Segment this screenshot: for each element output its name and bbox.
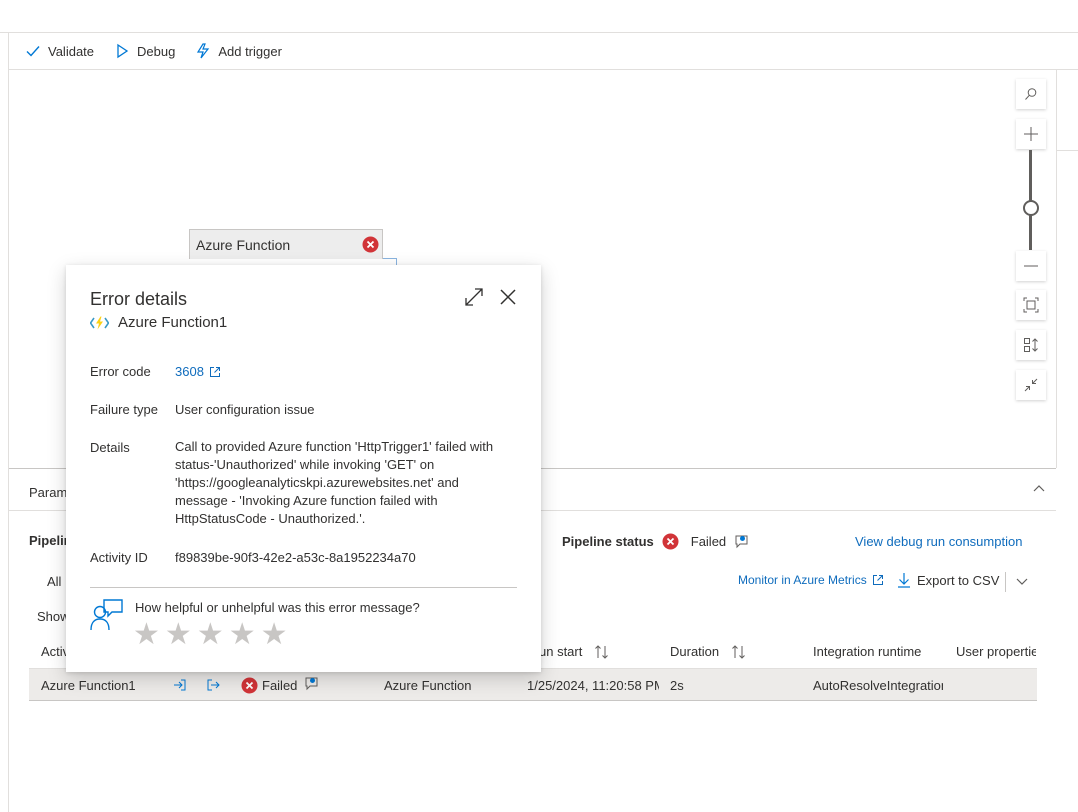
column-header-activity[interactable]: Activ — [41, 644, 69, 659]
dialog-divider — [90, 587, 517, 588]
table-row[interactable]: Azure Function1 Failed Azure Function 1/… — [29, 668, 1037, 701]
pipeline-toolbar: Validate Debug Add trigger — [9, 33, 1078, 70]
star-icon[interactable]: ★ — [261, 620, 288, 650]
properties-divider — [1057, 150, 1078, 151]
expand-icon[interactable] — [464, 287, 484, 307]
collapse-button[interactable] — [1016, 370, 1046, 400]
add-trigger-button[interactable]: Add trigger — [195, 43, 282, 59]
failure-type-value: User configuration issue — [175, 402, 315, 417]
error-code-value: 3608 — [175, 363, 520, 381]
add-trigger-label: Add trigger — [218, 43, 282, 59]
column-header-activity-label: Activ — [41, 644, 70, 659]
view-debug-run-consumption-link[interactable]: View debug run consumption — [855, 534, 1022, 549]
activity-id-value: f89839be-90f3-42e2-a53c-8a1952234a70 — [175, 550, 416, 565]
error-icon — [362, 236, 379, 253]
column-header-integration-runtime[interactable]: Integration runtime — [813, 644, 921, 659]
star-icon[interactable]: ★ — [197, 620, 224, 650]
error-code-link[interactable]: 3608 — [175, 363, 221, 381]
error-icon — [241, 677, 258, 694]
external-link-icon — [872, 575, 883, 585]
filter-all[interactable]: All — [47, 574, 61, 589]
validate-label: Validate — [48, 43, 95, 59]
close-icon[interactable] — [498, 287, 518, 307]
export-csv-button[interactable]: Export to CSV — [897, 572, 999, 588]
fit-icon — [1023, 297, 1039, 313]
tab-parameters[interactable]: Param — [29, 485, 67, 500]
input-icon[interactable] — [173, 678, 187, 692]
activity-node-label: Azure Function — [196, 236, 291, 253]
zoom-slider-handle[interactable] — [1023, 200, 1039, 216]
export-divider — [1005, 572, 1006, 592]
info-bubble-icon[interactable] — [304, 676, 319, 691]
debug-button[interactable]: Debug — [114, 43, 175, 59]
search-icon — [1025, 88, 1037, 100]
pipeline-status-label: Pipeline status — [562, 534, 654, 549]
monitor-azure-metrics-link[interactable]: Monitor in Azure Metrics — [738, 573, 884, 587]
row-activity-type: Azure Function — [384, 678, 472, 693]
dialog-subtitle-label: Azure Function1 — [118, 314, 228, 331]
dialog-title: Error details — [90, 289, 188, 309]
column-header-duration-label: Duration — [670, 644, 720, 659]
star-rating: ★ ★ ★ ★ ★ — [133, 620, 288, 650]
zoom-out-button[interactable] — [1016, 251, 1046, 281]
activity-id-label: Activity ID — [90, 550, 148, 565]
star-icon[interactable]: ★ — [229, 620, 256, 650]
failure-type-label: Failure type — [90, 402, 158, 417]
feedback-question: How helpful or unhelpful was this error … — [135, 600, 420, 615]
row-integration-runtime: AutoResolveIntegrationRuntime — [813, 678, 943, 693]
top-bar — [0, 0, 1078, 33]
activity-node[interactable]: Azure Function — [189, 229, 383, 259]
validate-button[interactable]: Validate — [25, 43, 94, 59]
checkmark-icon — [26, 46, 40, 57]
dialog-subtitle: Azure Function1 — [90, 314, 227, 331]
column-header-run-start-label: un start — [539, 644, 583, 659]
auto-align-icon — [1024, 338, 1038, 352]
error-code-text: 3608 — [175, 364, 204, 379]
column-header-integration-runtime-label: Integration runtime — [813, 644, 922, 659]
row-duration: 2s — [670, 678, 684, 693]
row-activity-name: Azure Function1 — [41, 678, 136, 693]
star-icon[interactable]: ★ — [165, 620, 192, 650]
external-link-icon — [209, 367, 220, 377]
monitor-link-label: Monitor in Azure Metrics — [738, 573, 867, 587]
chevron-down-icon[interactable] — [1014, 573, 1030, 589]
trigger-icon — [197, 43, 210, 59]
info-bubble-icon[interactable] — [734, 534, 749, 549]
details-value: Call to provided Azure function 'HttpTri… — [175, 439, 494, 526]
column-header-duration[interactable]: Duration — [670, 644, 747, 659]
auto-align-button[interactable] — [1016, 330, 1046, 360]
zoom-out-icon — [1024, 265, 1038, 267]
show-label: Show — [37, 609, 70, 624]
azure-function-icon — [90, 316, 109, 329]
star-icon[interactable]: ★ — [133, 620, 160, 650]
download-icon — [898, 573, 910, 588]
zoom-in-icon — [1024, 127, 1038, 141]
row-status: Failed — [262, 678, 298, 693]
sort-icon — [595, 644, 609, 659]
zoom-in-button[interactable] — [1016, 119, 1046, 149]
column-header-user-properties-label: User properties — [956, 644, 1036, 659]
error-icon — [662, 533, 679, 550]
export-csv-label: Export to CSV — [917, 572, 1000, 588]
column-header-user-properties[interactable]: User properties — [956, 644, 1036, 659]
pipeline-status: Pipeline status Failed — [562, 533, 749, 550]
feedback-person-icon — [90, 599, 123, 631]
search-canvas-button[interactable] — [1016, 79, 1046, 109]
sort-icon — [732, 644, 745, 659]
zoom-to-fit-button[interactable] — [1016, 290, 1046, 320]
output-icon[interactable] — [206, 678, 220, 692]
chevron-up-icon[interactable] — [1031, 481, 1047, 497]
row-run-start: 1/25/2024, 11:20:58 PM — [527, 678, 659, 693]
column-header-run-start[interactable]: un start — [539, 644, 610, 659]
collapse-icon — [1024, 378, 1038, 392]
error-code-label: Error code — [90, 364, 151, 379]
debug-label: Debug — [137, 43, 176, 59]
pipeline-status-value: Failed — [690, 534, 727, 549]
error-details-dialog: Error details Azure Function1 Error code… — [66, 265, 541, 672]
play-icon — [117, 43, 129, 59]
canvas-right-divider — [1056, 70, 1057, 468]
details-label: Details — [90, 440, 130, 455]
